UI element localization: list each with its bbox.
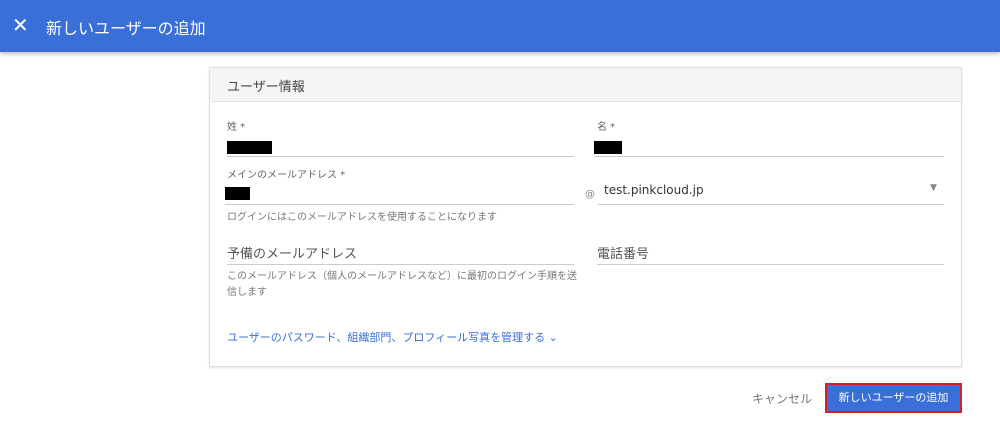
primary-email-help: ログインにはこのメールアドレスを使用することになります (227, 212, 497, 223)
add-user-button[interactable]: 新しいユーザーの追加 (825, 383, 962, 413)
phone-input[interactable]: 電話番号 (597, 243, 649, 262)
last-name-input[interactable] (227, 156, 574, 157)
secondary-email-input[interactable]: 予備のメールアドレス (227, 243, 357, 262)
first-name-value-redacted (594, 141, 622, 154)
first-name-label: 名 * (597, 122, 616, 133)
primary-email-label: メインのメールアドレス * (227, 170, 346, 181)
page-title: 新しいユーザーの追加 (46, 19, 206, 38)
manage-more-link[interactable]: ユーザーのパスワード、組織部門、プロフィール写真を管理する ⌄ (227, 329, 558, 345)
manage-more-label: ユーザーのパスワード、組織部門、プロフィール写真を管理する (227, 331, 546, 344)
first-name-input[interactable] (594, 156, 944, 157)
secondary-email-help: このメールアドレス（個人のメールアドレスなど）に最初のログイン手順を送信します (227, 271, 577, 298)
primary-email-input[interactable] (225, 204, 574, 205)
cancel-button[interactable]: キャンセル (752, 390, 812, 407)
domain-select-value[interactable]: test.pinkcloud.jp (604, 183, 704, 197)
last-name-label: 姓 * (227, 122, 246, 133)
close-icon[interactable]: ✕ (12, 13, 29, 37)
dropdown-arrow-icon[interactable]: ▼ (930, 183, 937, 193)
at-sign: @ (585, 189, 595, 200)
top-bar: ✕ 新しいユーザーの追加 (0, 0, 1000, 52)
secondary-email-underline (227, 264, 574, 265)
phone-underline (597, 264, 944, 265)
domain-select[interactable] (598, 204, 944, 205)
primary-email-value-redacted (225, 187, 250, 200)
section-title: ユーザー情報 (210, 68, 961, 102)
last-name-value-redacted (227, 141, 272, 154)
chevron-down-icon: ⌄ (548, 331, 558, 344)
